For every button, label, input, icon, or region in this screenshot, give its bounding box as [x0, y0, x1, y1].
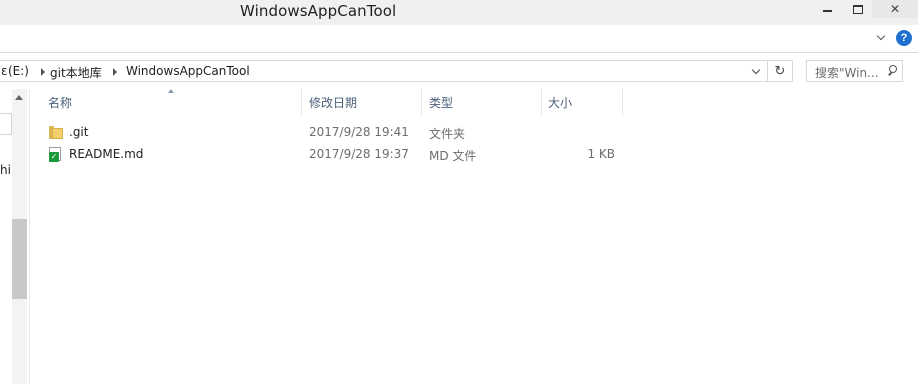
breadcrumb-drive-prefix: ε	[1, 64, 8, 78]
md-file-icon: ✓	[49, 147, 62, 162]
close-button[interactable]: ✕	[872, 0, 918, 18]
address-history-dropdown[interactable]	[749, 65, 763, 79]
window-title: WindowsAppCanTool	[240, 2, 397, 20]
search-placeholder: 搜索"Win...	[815, 66, 879, 80]
file-row[interactable]: .git 2017/9/28 19:41 文件夹	[31, 122, 918, 144]
file-list-view: 名称 修改日期 类型 大小 .git 2017/9/28 19:41 文件夹 ✓…	[31, 89, 918, 384]
search-input[interactable]: 搜索"Win...	[806, 60, 903, 82]
maximize-button[interactable]	[843, 0, 872, 18]
file-type: MD 文件	[429, 149, 477, 163]
sort-ascending-icon	[168, 89, 174, 93]
file-type: 文件夹	[429, 127, 466, 141]
column-divider[interactable]	[622, 89, 623, 115]
column-header-size[interactable]: 大小	[548, 94, 572, 111]
help-icon[interactable]: ?	[896, 30, 912, 46]
file-row[interactable]: ✓ README.md 2017/9/28 19:37 MD 文件 1 KB	[31, 144, 918, 166]
minimize-icon	[823, 9, 832, 12]
scrollbar-thumb[interactable]	[12, 219, 27, 299]
minimize-button[interactable]	[813, 0, 842, 18]
column-header-name[interactable]: 名称	[48, 94, 72, 111]
column-divider[interactable]	[421, 89, 422, 115]
scroll-up-icon[interactable]	[15, 95, 23, 100]
search-icon[interactable]	[887, 65, 899, 77]
close-icon: ✕	[889, 2, 901, 16]
explorer-window: WindowsAppCanTool ✕ ? ε (E:) git本地库 Wind…	[0, 0, 918, 384]
file-size: 1 KB	[587, 147, 615, 161]
breadcrumb-drive[interactable]: (E:)	[8, 64, 29, 78]
file-name: .git	[69, 125, 89, 139]
maximize-icon	[852, 4, 863, 14]
column-header-type[interactable]: 类型	[429, 94, 453, 111]
column-header-date-modified[interactable]: 修改日期	[309, 94, 357, 111]
file-date-modified: 2017/9/28 19:37	[309, 147, 409, 161]
column-divider[interactable]	[541, 89, 542, 115]
breadcrumb-git-folder[interactable]: git本地库	[50, 64, 102, 81]
chevron-down-icon	[876, 31, 886, 41]
file-name: README.md	[69, 147, 144, 161]
navigation-pane: hi	[0, 89, 30, 384]
breadcrumb-separator-icon[interactable]	[113, 68, 117, 76]
breadcrumb-separator-icon[interactable]	[41, 68, 45, 76]
chevron-down-icon	[751, 65, 761, 75]
refresh-button[interactable]: ↻	[768, 60, 793, 82]
address-bar[interactable]: ε (E:) git本地库 WindowsAppCanTool	[0, 60, 768, 82]
nav-pane-item[interactable]	[0, 113, 12, 135]
breadcrumb-current-folder[interactable]: WindowsAppCanTool	[126, 64, 250, 78]
folder-icon	[49, 126, 63, 139]
column-divider[interactable]	[301, 89, 302, 115]
file-date-modified: 2017/9/28 19:41	[309, 125, 409, 139]
ribbon-bar: ?	[0, 25, 918, 53]
title-bar[interactable]: WindowsAppCanTool ✕	[0, 0, 918, 25]
nav-pane-scrollbar[interactable]	[12, 89, 27, 384]
navigation-row: ε (E:) git本地库 WindowsAppCanTool ↻ 搜索"Win…	[0, 53, 918, 89]
expand-ribbon-button[interactable]	[873, 30, 889, 46]
refresh-icon: ↻	[774, 63, 786, 79]
nav-pane-item-label[interactable]: hi	[0, 163, 11, 177]
